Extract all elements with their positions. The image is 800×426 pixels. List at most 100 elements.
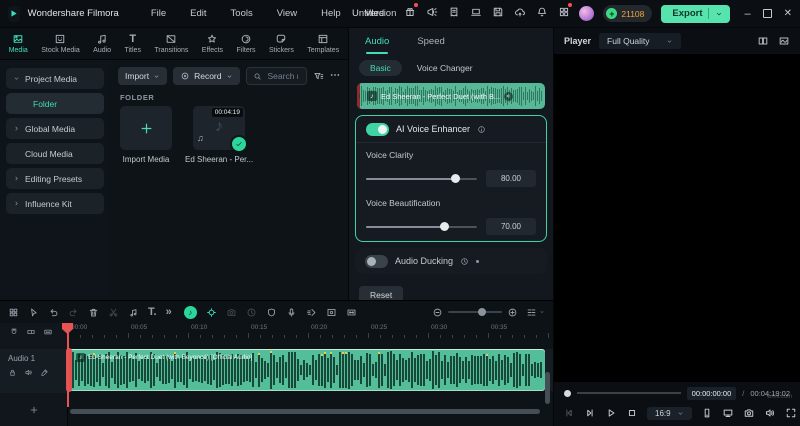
tab-filters[interactable]: Filters xyxy=(236,33,256,54)
subtab-basic[interactable]: Basic xyxy=(359,60,402,76)
audio-clip[interactable]: ♪ Ed Sheeran - Perfect Duet (with Beyonc… xyxy=(66,348,545,392)
sidebar-item-folder[interactable]: Folder xyxy=(6,93,104,114)
auto-ripple-icon[interactable] xyxy=(346,307,357,318)
zoom-out-icon[interactable] xyxy=(432,307,443,318)
subtab-voice-changer[interactable]: Voice Changer xyxy=(417,63,473,73)
video-preview[interactable] xyxy=(554,54,800,382)
add-track-icon[interactable] xyxy=(29,405,39,415)
keyframe-icon[interactable] xyxy=(206,307,217,318)
slider-track[interactable] xyxy=(366,221,477,231)
sidebar-item-project-media[interactable]: Project Media xyxy=(6,68,104,89)
laptop-button[interactable] xyxy=(470,5,482,23)
bell-button[interactable] xyxy=(536,5,548,23)
avatar[interactable] xyxy=(579,6,595,21)
cast-display-icon[interactable] xyxy=(722,407,734,419)
record-button[interactable]: Record xyxy=(173,67,240,85)
more-options-icon[interactable]: ⋯ xyxy=(330,71,340,81)
sidebar-item-cloud-media[interactable]: Cloud Media xyxy=(6,143,104,164)
tab-stickers[interactable]: Stickers xyxy=(269,33,294,54)
tab-audio[interactable]: Audio xyxy=(365,36,389,54)
link-box-icon[interactable] xyxy=(26,327,36,337)
mic-slant-icon[interactable] xyxy=(40,368,49,377)
vertical-scrollbar[interactable] xyxy=(545,372,550,404)
import-media-dropzone[interactable] xyxy=(120,106,172,150)
tab-titles[interactable]: T Titles xyxy=(124,33,140,54)
sidebar-item-global-media[interactable]: Global Media xyxy=(6,118,104,139)
ai-voice-enhancer-toggle[interactable] xyxy=(366,122,389,136)
tab-templates[interactable]: Templates xyxy=(307,33,339,54)
music-note-icon[interactable] xyxy=(128,307,139,318)
audio-media-tile[interactable]: ♪ ♫ 00:04:19 Ed Sheeran - Per... xyxy=(185,106,253,164)
compare-view-icon[interactable] xyxy=(757,35,769,47)
audio-ducking-toggle[interactable] xyxy=(365,254,388,268)
speed-ramp-icon[interactable] xyxy=(306,307,317,318)
sidebar-item-editing-presets[interactable]: Editing Presets xyxy=(6,168,104,189)
slider-value[interactable]: 70.00 xyxy=(486,218,536,235)
gift-button[interactable] xyxy=(404,2,419,23)
import-button[interactable]: Import xyxy=(118,67,168,85)
screen-record-icon[interactable] xyxy=(326,307,337,318)
camera-icon[interactable] xyxy=(743,407,755,419)
time-ruler[interactable]: 00:00 00:05 00:10 00:15 00:20 00:25 00:30 00:35 xyxy=(68,323,553,339)
menu-tools[interactable]: Tools xyxy=(231,8,253,19)
export-button[interactable]: Export xyxy=(661,4,731,23)
scopes-icon[interactable] xyxy=(778,35,790,47)
volume-icon[interactable] xyxy=(764,407,776,419)
info-icon[interactable] xyxy=(477,125,486,134)
cloud-upload-button[interactable] xyxy=(514,5,526,23)
lock-icon[interactable] xyxy=(8,368,17,377)
mute-icon[interactable] xyxy=(504,91,514,101)
aspect-ratio-dropdown[interactable]: 16:9 xyxy=(647,406,692,420)
menu-edit[interactable]: Edit xyxy=(190,8,206,19)
track-manager-button[interactable] xyxy=(526,307,545,318)
more-chevrons-icon[interactable]: » xyxy=(166,306,172,318)
seek-track[interactable] xyxy=(577,392,681,394)
sidebar-item-influence-kit[interactable]: Influence Kit xyxy=(6,193,104,214)
tab-stock-media[interactable]: Stock Media xyxy=(41,33,80,54)
mic-icon[interactable] xyxy=(286,307,297,318)
volume-icon[interactable] xyxy=(24,368,33,377)
horizontal-scrollbar[interactable] xyxy=(70,409,540,414)
search-input[interactable] xyxy=(265,70,300,82)
playhead-line[interactable] xyxy=(67,323,69,407)
next-frame-icon[interactable] xyxy=(584,407,596,419)
menu-view[interactable]: View xyxy=(277,8,297,19)
audio-track-header[interactable]: Audio 1 xyxy=(0,349,67,393)
mask-icon[interactable] xyxy=(266,307,277,318)
coin-balance[interactable]: + 21108 xyxy=(603,5,653,22)
quality-dropdown[interactable]: Full Quality xyxy=(599,33,681,49)
zoom-slider[interactable] xyxy=(448,308,502,316)
tab-effects[interactable]: Effects xyxy=(202,33,223,54)
menu-help[interactable]: Help xyxy=(321,8,341,19)
marker-icon[interactable] xyxy=(701,407,713,419)
apps-icon[interactable] xyxy=(8,307,19,318)
clock-icon[interactable] xyxy=(246,307,257,318)
play-icon[interactable] xyxy=(605,407,617,419)
fullscreen-icon[interactable] xyxy=(785,407,797,419)
slider-value[interactable]: 80.00 xyxy=(486,170,536,187)
selected-clip-strip[interactable]: ♪ Ed Sheeran - Perfect Duet (with B... xyxy=(357,83,545,109)
filter-icon[interactable] xyxy=(313,71,324,82)
undo-icon[interactable] xyxy=(48,307,59,318)
slider-handle[interactable] xyxy=(450,173,460,183)
prev-frame-icon[interactable] xyxy=(563,407,575,419)
save-button[interactable] xyxy=(492,5,504,23)
audio-thumbnail[interactable]: ♪ ♫ 00:04:19 xyxy=(193,106,249,153)
import-media-tile[interactable]: Import Media xyxy=(120,106,172,164)
minimize-button[interactable]: – xyxy=(744,8,750,20)
trash-icon[interactable] xyxy=(88,307,99,318)
tab-speed[interactable]: Speed xyxy=(417,36,444,47)
magnet-icon[interactable] xyxy=(9,327,19,337)
seek-handle[interactable] xyxy=(564,389,571,397)
tab-media[interactable]: Media xyxy=(9,33,28,54)
restore-button[interactable] xyxy=(762,9,772,18)
cursor-icon[interactable] xyxy=(28,307,39,318)
slider-handle[interactable] xyxy=(439,221,449,231)
tab-audio[interactable]: Audio xyxy=(93,33,111,54)
camera-icon[interactable] xyxy=(226,307,237,318)
apps-button[interactable] xyxy=(558,2,573,23)
zoom-slider-handle[interactable] xyxy=(477,308,486,316)
close-button[interactable]: ✕ xyxy=(784,8,792,19)
voice-enhancer-icon[interactable]: ♪ xyxy=(183,305,197,319)
scissors-icon[interactable] xyxy=(108,307,119,318)
